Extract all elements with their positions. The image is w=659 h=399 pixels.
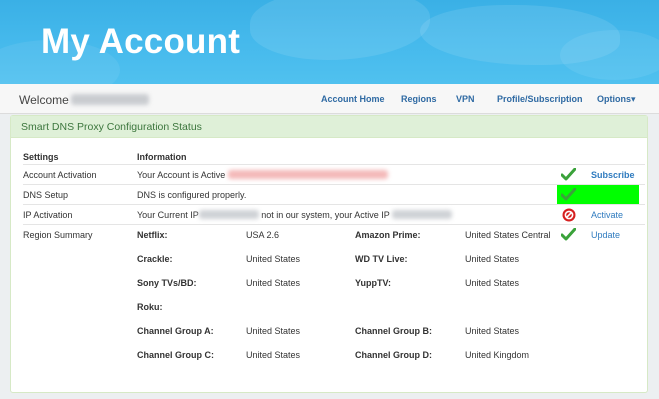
region-value: United States [246,278,301,288]
region-value: United States [465,326,520,336]
nav-account-home[interactable]: Account Home [321,94,385,104]
page-title: My Account [41,22,241,61]
region-name: WD TV Live: [355,254,408,264]
setting-dns-setup: DNS Setup [23,190,69,200]
redacted-username [70,94,149,105]
region-name: Netflix: [137,230,168,240]
row-divider [23,184,645,185]
region-name: Channel Group A: [137,326,214,336]
checkmark-icon [561,188,576,201]
update-link[interactable]: Update [591,230,620,240]
region-value: United States [465,278,520,288]
subscribe-link[interactable]: Subscribe [591,170,635,180]
region-value: United States [246,326,301,336]
checkmark-icon [561,228,576,241]
top-navbar: Welcome Account Home Regions VPN Profile… [0,84,659,114]
panel-title: Smart DNS Proxy Configuration Status [21,121,202,133]
nav-vpn[interactable]: VPN [456,94,475,104]
region-value: United Kingdom [465,350,530,360]
region-value: United States [246,254,301,264]
dns-setup-info: DNS is configured properly. [137,190,247,200]
region-name: Channel Group B: [355,326,432,336]
region-value: United States [465,254,520,264]
region-value: USA 2.6 [246,230,280,240]
column-header-settings: Settings [23,152,59,162]
nav-regions[interactable]: Regions [401,94,437,104]
setting-region-summary: Region Summary [23,230,93,240]
column-header-information: Information [137,152,187,162]
dns-status-panel: Smart DNS Proxy Configuration Status Set… [10,115,648,393]
setting-ip-activation: IP Activation [23,210,73,220]
redacted-current-ip [198,210,259,219]
row-divider [23,204,645,205]
redacted-active-ip [391,210,452,219]
error-icon [562,208,576,222]
active-ip-label: not in our system, your Active IP [261,210,390,220]
region-name: Roku: [137,302,163,312]
account-activation-info: Your Account is Active [137,170,389,180]
account-status-text: Your Account is Active [137,170,226,180]
region-value: United States [246,350,301,360]
activate-link[interactable]: Activate [591,210,623,220]
world-map-graphic [250,0,430,60]
region-name: Channel Group C: [137,350,214,360]
setting-account-activation: Account Activation [23,170,97,180]
region-name: Amazon Prime: [355,230,421,240]
world-map-graphic [560,30,659,80]
ip-activation-info: Your Current IP not in our system, your … [137,210,452,220]
region-value: United States Central [465,230,551,240]
row-divider [23,164,645,165]
panel-header: Smart DNS Proxy Configuration Status [11,116,647,138]
nav-options-dropdown[interactable]: Options▾ [597,94,636,105]
welcome-message: Welcome [19,93,149,107]
welcome-label: Welcome [19,93,69,107]
region-name: YuppTV: [355,278,391,288]
checkmark-icon [561,168,576,181]
region-name: Sony TVs/BD: [137,278,197,288]
region-name: Channel Group D: [355,350,432,360]
header-banner: My Account [0,0,659,84]
nav-profile-subscription[interactable]: Profile/Subscription [497,94,583,104]
redacted-expiry-date [228,170,389,179]
row-divider [23,224,645,225]
current-ip-label: Your Current IP [137,210,199,220]
region-name: Crackle: [137,254,173,264]
